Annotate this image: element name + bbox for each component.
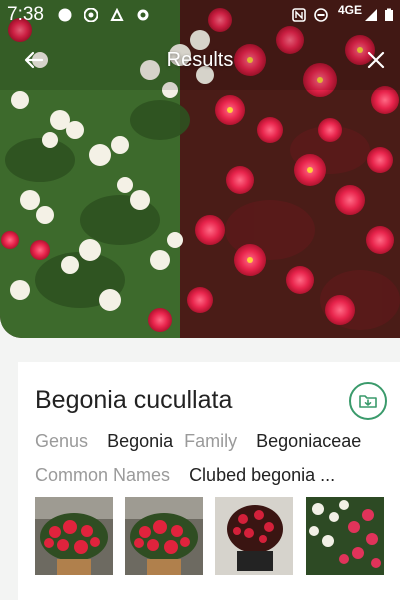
plant-info-card[interactable]: Begonia cucullata Genus Begonia Family B…: [18, 362, 400, 600]
common-names-label: Common Names: [35, 465, 171, 485]
drive-icon: [110, 8, 124, 21]
genus-label: Genus: [35, 431, 89, 451]
gear-icon: [137, 9, 149, 21]
family-value: Begoniaceae: [256, 431, 362, 451]
thumbnail-image[interactable]: [306, 497, 384, 575]
signal-icon: [365, 9, 377, 21]
top-navigation: Results: [0, 40, 400, 80]
do-not-disturb-icon: [314, 8, 328, 22]
family-label: Family: [184, 431, 238, 451]
status-time: 7:38: [7, 4, 44, 25]
common-names-value: Clubed begonia ...: [189, 465, 336, 485]
chrome-icon: [84, 8, 98, 22]
common-names-row: Common Names Clubed begonia ...: [35, 465, 335, 486]
save-button[interactable]: [349, 382, 387, 420]
network-type: 4GE: [338, 3, 363, 17]
status-bar: 7:38 4GE: [0, 0, 400, 30]
scientific-name: Begonia cucullata: [35, 386, 233, 414]
thumbnail-image[interactable]: [35, 497, 113, 575]
folder-download-icon: [359, 395, 377, 408]
facebook-icon: [58, 8, 72, 22]
battery-icon: [385, 8, 393, 21]
nfc-icon: [292, 8, 306, 22]
thumbnail-image[interactable]: [215, 497, 293, 575]
taxonomy-row: Genus Begonia Family Begoniaceae: [35, 431, 361, 452]
page-title: Results: [166, 49, 234, 71]
close-icon[interactable]: [364, 48, 388, 72]
thumbnail-image[interactable]: [125, 497, 203, 575]
genus-value: Begonia: [107, 431, 174, 451]
